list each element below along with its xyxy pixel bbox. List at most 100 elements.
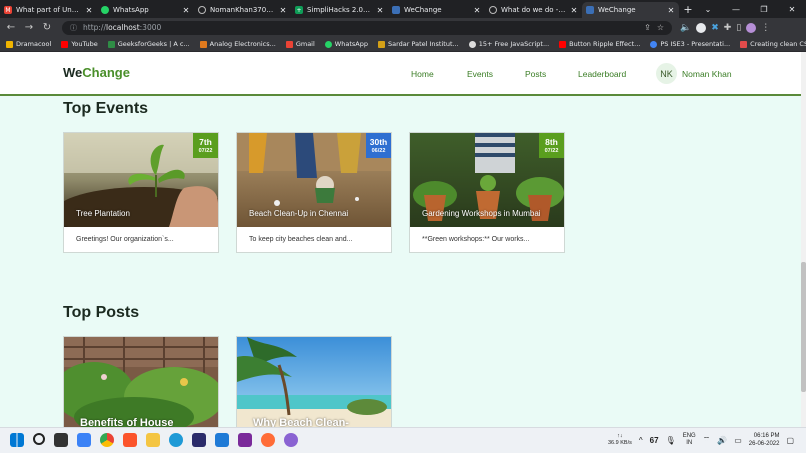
profile-avatar-icon[interactable] bbox=[746, 22, 757, 33]
tab-6-active[interactable]: WeChange ✕ bbox=[582, 2, 679, 18]
github-icon bbox=[489, 6, 497, 14]
puzzle-icon[interactable]: ✚ bbox=[724, 23, 732, 33]
event-caption: Beach Clean-Up in Chennai bbox=[249, 209, 349, 218]
bookmark-item[interactable]: PS ISE3 - Presentati... bbox=[650, 40, 730, 48]
minimize-icon[interactable]: — bbox=[722, 5, 750, 14]
speaker-icon[interactable]: 🔈 bbox=[680, 23, 691, 33]
address-bar[interactable]: ⓘ http://localhost:3000 ⇪ ☆ bbox=[62, 20, 672, 35]
wifi-icon[interactable]: ⌔ bbox=[703, 435, 711, 445]
site-icon bbox=[392, 6, 400, 14]
bookmark-item[interactable]: Button Ripple Effect... bbox=[559, 40, 640, 48]
share-icon[interactable]: ⇪ bbox=[644, 23, 651, 32]
site-icon bbox=[586, 6, 594, 14]
clock[interactable]: 06:16 PM 26-06-2022 bbox=[749, 432, 780, 448]
close-icon[interactable]: ✕ bbox=[473, 6, 481, 15]
bookmark-item[interactable]: Dramacool bbox=[6, 40, 51, 48]
search-icon[interactable] bbox=[33, 433, 45, 445]
bookmark-favicon-icon bbox=[6, 40, 13, 48]
menu-dots-icon[interactable]: ⋮ bbox=[761, 23, 770, 33]
event-date-badge: 8th 07/22 bbox=[539, 133, 564, 158]
intellij-icon[interactable] bbox=[192, 433, 206, 447]
tab-1[interactable]: WhatsApp ✕ bbox=[97, 2, 194, 18]
tab-4[interactable]: WeChange ✕ bbox=[388, 2, 485, 18]
browser-toolbar: ← → ↻ ⓘ http://localhost:3000 ⇪ ☆ 🔈 ✖ ✚ ▯… bbox=[0, 18, 806, 37]
post-title: Why Beach Clean- bbox=[253, 417, 349, 427]
bookmark-item[interactable]: WhatsApp bbox=[324, 40, 368, 48]
bookmark-item[interactable]: Gmail bbox=[285, 40, 315, 48]
postman-icon[interactable] bbox=[261, 433, 275, 447]
top-posts-heading: Top Posts bbox=[63, 304, 140, 321]
gmail-icon: M bbox=[4, 6, 12, 14]
scrollbar-thumb[interactable] bbox=[801, 262, 806, 392]
vscode-icon[interactable] bbox=[215, 433, 229, 447]
chevron-down-icon[interactable]: ⌄ bbox=[694, 5, 722, 14]
browser-tab-strip: MWhat part of Untitled✕ WhatsApp✕ NomanK… bbox=[0, 0, 806, 18]
todo-icon[interactable] bbox=[77, 433, 91, 447]
maximize-icon[interactable]: ❐ bbox=[750, 5, 778, 14]
bookmark-item[interactable]: Analog Electronics... bbox=[199, 40, 276, 48]
chevron-up-icon[interactable]: ^ bbox=[639, 436, 643, 445]
windows-start-icon[interactable] bbox=[10, 433, 24, 447]
event-description: To keep city beaches clean and... bbox=[249, 236, 353, 243]
whatsapp-icon bbox=[101, 6, 109, 14]
microphone-icon[interactable]: 🎙 bbox=[666, 436, 676, 445]
tab-2[interactable]: NomanKhan3701 (No✕ bbox=[194, 2, 291, 18]
page-scrollbar[interactable] bbox=[801, 52, 806, 427]
close-window-icon[interactable]: ✕ bbox=[778, 5, 806, 14]
user-profile[interactable]: NK Noman Khan bbox=[656, 63, 732, 84]
task-view-icon[interactable] bbox=[54, 433, 68, 447]
sidepanel-icon[interactable]: ▯ bbox=[736, 23, 741, 33]
tab-3[interactable]: +SimpliHacks 2.0 Sche✕ bbox=[291, 2, 388, 18]
close-icon[interactable]: ✕ bbox=[279, 6, 287, 15]
bookmark-item[interactable]: Sardar Patel Institut... bbox=[377, 40, 459, 48]
battery-icon[interactable]: ▭ bbox=[734, 436, 742, 445]
close-icon[interactable]: ✕ bbox=[182, 6, 190, 15]
post-card-benefits-of-house[interactable]: Benefits of House bbox=[63, 336, 219, 427]
site-logo[interactable]: WeChange bbox=[63, 65, 130, 80]
file-explorer-icon[interactable] bbox=[146, 433, 160, 447]
bookmark-favicon-icon bbox=[377, 40, 385, 48]
nav-home[interactable]: Home bbox=[411, 69, 434, 79]
tab-0[interactable]: MWhat part of Untitled✕ bbox=[0, 2, 97, 18]
nav-posts[interactable]: Posts bbox=[525, 69, 546, 79]
back-arrow-icon[interactable]: ← bbox=[4, 21, 18, 35]
nav-leaderboard[interactable]: Leaderboard bbox=[578, 69, 626, 79]
url-text: http://localhost:3000 bbox=[83, 23, 162, 32]
extension-icon[interactable] bbox=[696, 22, 707, 33]
language-indicator[interactable]: ENG IN bbox=[683, 433, 696, 447]
user-name: Noman Khan bbox=[682, 68, 732, 79]
bookmark-item[interactable]: GeeksforGeeks | A c... bbox=[107, 40, 190, 48]
discord-icon[interactable] bbox=[284, 433, 298, 447]
brave-icon[interactable] bbox=[123, 433, 137, 447]
close-icon[interactable]: ✕ bbox=[570, 6, 578, 15]
tab-5[interactable]: What do we do - Ga ✕ bbox=[485, 2, 582, 18]
close-icon[interactable]: ✕ bbox=[667, 6, 675, 15]
event-card-tree-plantation[interactable]: Tree Plantation 7th 07/22 Greetings! Our… bbox=[63, 132, 219, 253]
volume-icon[interactable]: 🔊 bbox=[717, 436, 727, 445]
bookmark-item[interactable]: 15+ Free JavaScript... bbox=[468, 40, 549, 48]
event-card-beach-clean-up[interactable]: Beach Clean-Up in Chennai 30th 06/22 To … bbox=[236, 132, 392, 253]
info-icon[interactable]: ⓘ bbox=[70, 23, 77, 33]
close-icon[interactable]: ✕ bbox=[376, 6, 384, 15]
post-image bbox=[237, 337, 391, 427]
sheets-icon: + bbox=[295, 6, 303, 14]
forward-arrow-icon[interactable]: → bbox=[22, 21, 36, 35]
nav-events[interactable]: Events bbox=[467, 69, 493, 79]
reload-icon[interactable]: ↻ bbox=[40, 21, 54, 35]
edge-icon[interactable] bbox=[169, 433, 183, 447]
bookmark-item[interactable]: Creating clean CSS... bbox=[740, 40, 806, 48]
screen: MWhat part of Untitled✕ WhatsApp✕ NomanK… bbox=[0, 0, 806, 453]
event-card-gardening-workshops[interactable]: Gardening Workshops in Mumbai 8th 07/22 … bbox=[409, 132, 565, 253]
terminal-icon[interactable] bbox=[238, 433, 252, 447]
notification-icon[interactable]: ▢ bbox=[786, 436, 794, 445]
chrome-icon[interactable] bbox=[100, 433, 114, 447]
event-caption: Gardening Workshops in Mumbai bbox=[422, 209, 541, 218]
star-icon[interactable]: ☆ bbox=[657, 23, 664, 32]
close-icon[interactable]: ✕ bbox=[85, 6, 93, 15]
extension-x-icon[interactable]: ✖ bbox=[711, 23, 719, 33]
bookmark-favicon-icon bbox=[650, 40, 658, 48]
post-image bbox=[64, 337, 218, 427]
bookmark-item[interactable]: YouTube bbox=[61, 40, 98, 48]
gmail-icon bbox=[285, 40, 293, 48]
post-card-why-beach-clean[interactable]: Why Beach Clean- bbox=[236, 336, 392, 427]
